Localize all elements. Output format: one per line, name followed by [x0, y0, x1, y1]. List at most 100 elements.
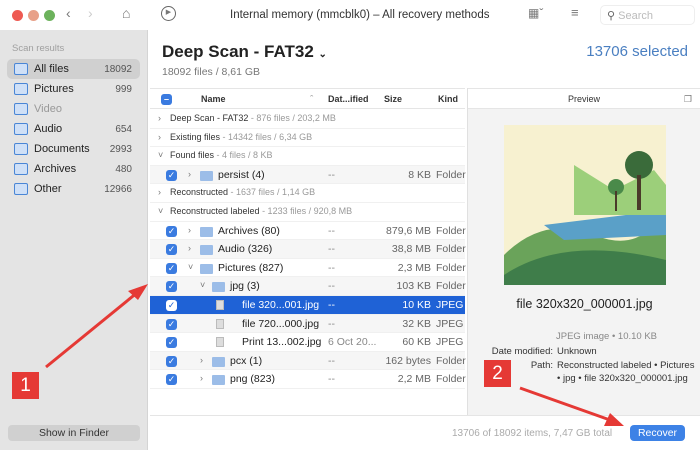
folder-row[interactable]: ✓ ˅ jpg (3) -- 103 KB Folder	[150, 277, 466, 296]
item-date: --	[328, 354, 335, 367]
back-icon[interactable]: ‹	[66, 5, 71, 21]
archives-icon	[14, 163, 28, 175]
chevron-down-icon[interactable]: ˅	[200, 280, 205, 290]
filter-settings-icon[interactable]: ≡	[571, 5, 579, 20]
image-file-icon	[216, 337, 224, 348]
sidebar-item-video[interactable]: Video	[7, 99, 140, 119]
group-name: Existing files	[170, 131, 221, 142]
item-date: 6 Oct 20...	[328, 336, 377, 349]
sidebar-item-all-files[interactable]: All files 18092	[7, 59, 140, 79]
sidebar-item-archives[interactable]: Archives 480	[7, 159, 140, 179]
group-row[interactable]: › Deep Scan - FAT32 - 876 files / 203,2 M…	[150, 110, 465, 129]
chevron-right-icon[interactable]: ›	[158, 187, 161, 197]
group-name: Reconstructed	[170, 187, 229, 198]
group-name: Found files	[170, 150, 215, 161]
folder-row[interactable]: ✓ › pcx (1) -- 162 bytes Folder	[150, 351, 466, 371]
group-row[interactable]: ˅ Reconstructed labeled - 1233 files / 92…	[150, 203, 465, 222]
chevron-down-icon[interactable]: ˅	[158, 150, 163, 160]
item-name: Archives (80)	[218, 224, 280, 237]
column-date[interactable]: Dat...ified	[328, 94, 369, 104]
row-checkbox[interactable]: ✓	[166, 374, 177, 386]
date-modified-label: Date modified:	[491, 346, 553, 357]
group-meta: - 876 files / 203,2 MB	[248, 113, 336, 123]
sidebar-item-count: 18092	[104, 63, 132, 75]
item-kind: Folder	[436, 354, 466, 367]
column-name[interactable]: Name	[201, 94, 226, 104]
recover-button[interactable]: Recover	[630, 425, 685, 441]
group-label: Deep Scan - FAT32 - 876 files / 203,2 MB	[170, 113, 336, 123]
group-row[interactable]: › Existing files - 14342 files / 6,34 GB	[150, 129, 465, 148]
row-checkbox[interactable]: ✓	[166, 225, 177, 237]
row-checkbox[interactable]: ✓	[166, 337, 177, 349]
item-size: 10 KB	[402, 299, 431, 311]
column-kind[interactable]: Kind	[438, 94, 458, 104]
file-row[interactable]: ✓ file 720...000.jpg -- 32 KB JPEG i	[150, 314, 469, 334]
row-checkbox[interactable]: ✓	[166, 355, 177, 367]
item-size: 103 KB	[396, 280, 431, 293]
search-input[interactable]: ⚲ Search	[600, 5, 695, 25]
sidebar-item-other[interactable]: Other 12966	[7, 179, 140, 199]
sidebar-item-label: Archives	[34, 163, 77, 175]
item-date: --	[328, 317, 335, 330]
item-size: 2,2 MB	[397, 373, 431, 386]
item-name: pcx (1)	[230, 354, 263, 367]
page-title[interactable]: Deep Scan - FAT32 ⌄	[162, 42, 327, 62]
folder-row[interactable]: ✓ ˅ Pictures (827) -- 2,3 MB Folder	[150, 259, 466, 278]
minimize-window-button[interactable]	[28, 10, 39, 21]
item-date: --	[328, 280, 335, 293]
copy-icon[interactable]: ❐	[684, 89, 692, 109]
select-all-checkbox[interactable]: –	[161, 94, 172, 105]
sidebar-item-label: Documents	[34, 143, 90, 155]
chevron-right-icon[interactable]: ›	[200, 373, 203, 383]
sidebar-item-count: 999	[115, 83, 132, 95]
chevron-down-icon[interactable]: ˅	[188, 262, 193, 272]
group-meta: - 4 files / 8 KB	[214, 150, 273, 161]
row-checkbox[interactable]: ✓	[166, 262, 177, 274]
folder-icon	[200, 245, 213, 256]
folder-row[interactable]: ✓ › Archives (80) -- 879,6 MB Folder	[150, 222, 466, 241]
chevron-right-icon[interactable]: ›	[158, 113, 161, 123]
row-checkbox[interactable]: ✓	[166, 244, 177, 256]
file-row[interactable]: ✓ file 320...001.jpg -- 10 KB JPEG i	[150, 296, 469, 315]
column-size[interactable]: Size	[384, 94, 402, 104]
item-kind: Folder	[436, 243, 466, 256]
view-options-icon[interactable]: ▦ˇ	[528, 6, 543, 20]
forward-icon[interactable]: ›	[88, 5, 93, 21]
chevron-right-icon[interactable]: ›	[188, 243, 191, 253]
row-checkbox[interactable]: ✓	[166, 281, 177, 293]
chevron-down-icon[interactable]: ˅	[158, 206, 163, 216]
sidebar-item-label: Video	[34, 103, 62, 115]
sidebar-item-pictures[interactable]: Pictures 999	[7, 79, 140, 99]
group-row[interactable]: ˅ Found files - 4 files / 8 KB	[150, 147, 465, 166]
chevron-right-icon[interactable]: ›	[200, 355, 203, 365]
home-icon[interactable]: ⌂	[122, 5, 130, 21]
item-kind: Folder	[436, 261, 466, 274]
date-modified-value: Unknown	[557, 346, 597, 357]
folder-row[interactable]: ✓ › png (823) -- 2,2 MB Folder	[150, 370, 466, 389]
file-row[interactable]: ✓ Print 13...002.jpg 6 Oct 20... 60 KB JPEG …	[150, 333, 469, 352]
close-window-button[interactable]	[12, 10, 23, 21]
item-date: --	[328, 373, 335, 386]
group-meta: - 1637 files / 1,14 GB	[228, 187, 316, 198]
chevron-right-icon[interactable]: ›	[188, 225, 191, 235]
folder-row[interactable]: ✓ › Audio (326) -- 38,8 MB Folder	[150, 240, 466, 259]
sidebar-item-label: Pictures	[34, 83, 74, 95]
zoom-window-button[interactable]	[44, 10, 55, 21]
chevron-right-icon[interactable]: ›	[158, 132, 161, 142]
folder-row[interactable]: ✓ › persist (4) -- 8 KB Folder	[150, 165, 466, 185]
play-history-icon[interactable]: ▶	[161, 6, 176, 21]
sidebar-item-documents[interactable]: Documents 2993	[7, 139, 140, 159]
sidebar-item-audio[interactable]: Audio 654	[7, 119, 140, 139]
show-in-finder-button[interactable]: Show in Finder	[8, 425, 140, 441]
chevron-right-icon[interactable]: ›	[188, 169, 191, 179]
row-checkbox[interactable]: ✓	[166, 300, 177, 311]
annotation-badge-2: 2	[484, 360, 511, 387]
scan-summary: 18092 files / 8,61 GB	[162, 66, 261, 78]
group-row[interactable]: › Reconstructed - 1637 files / 1,14 GB	[150, 184, 465, 203]
row-checkbox[interactable]: ✓	[166, 318, 177, 330]
item-date: --	[328, 243, 335, 256]
item-size: 32 KB	[402, 317, 431, 330]
row-checkbox[interactable]: ✓	[166, 169, 177, 181]
sidebar-item-count: 654	[115, 123, 132, 135]
chevron-down-icon: ⌄	[318, 49, 327, 60]
